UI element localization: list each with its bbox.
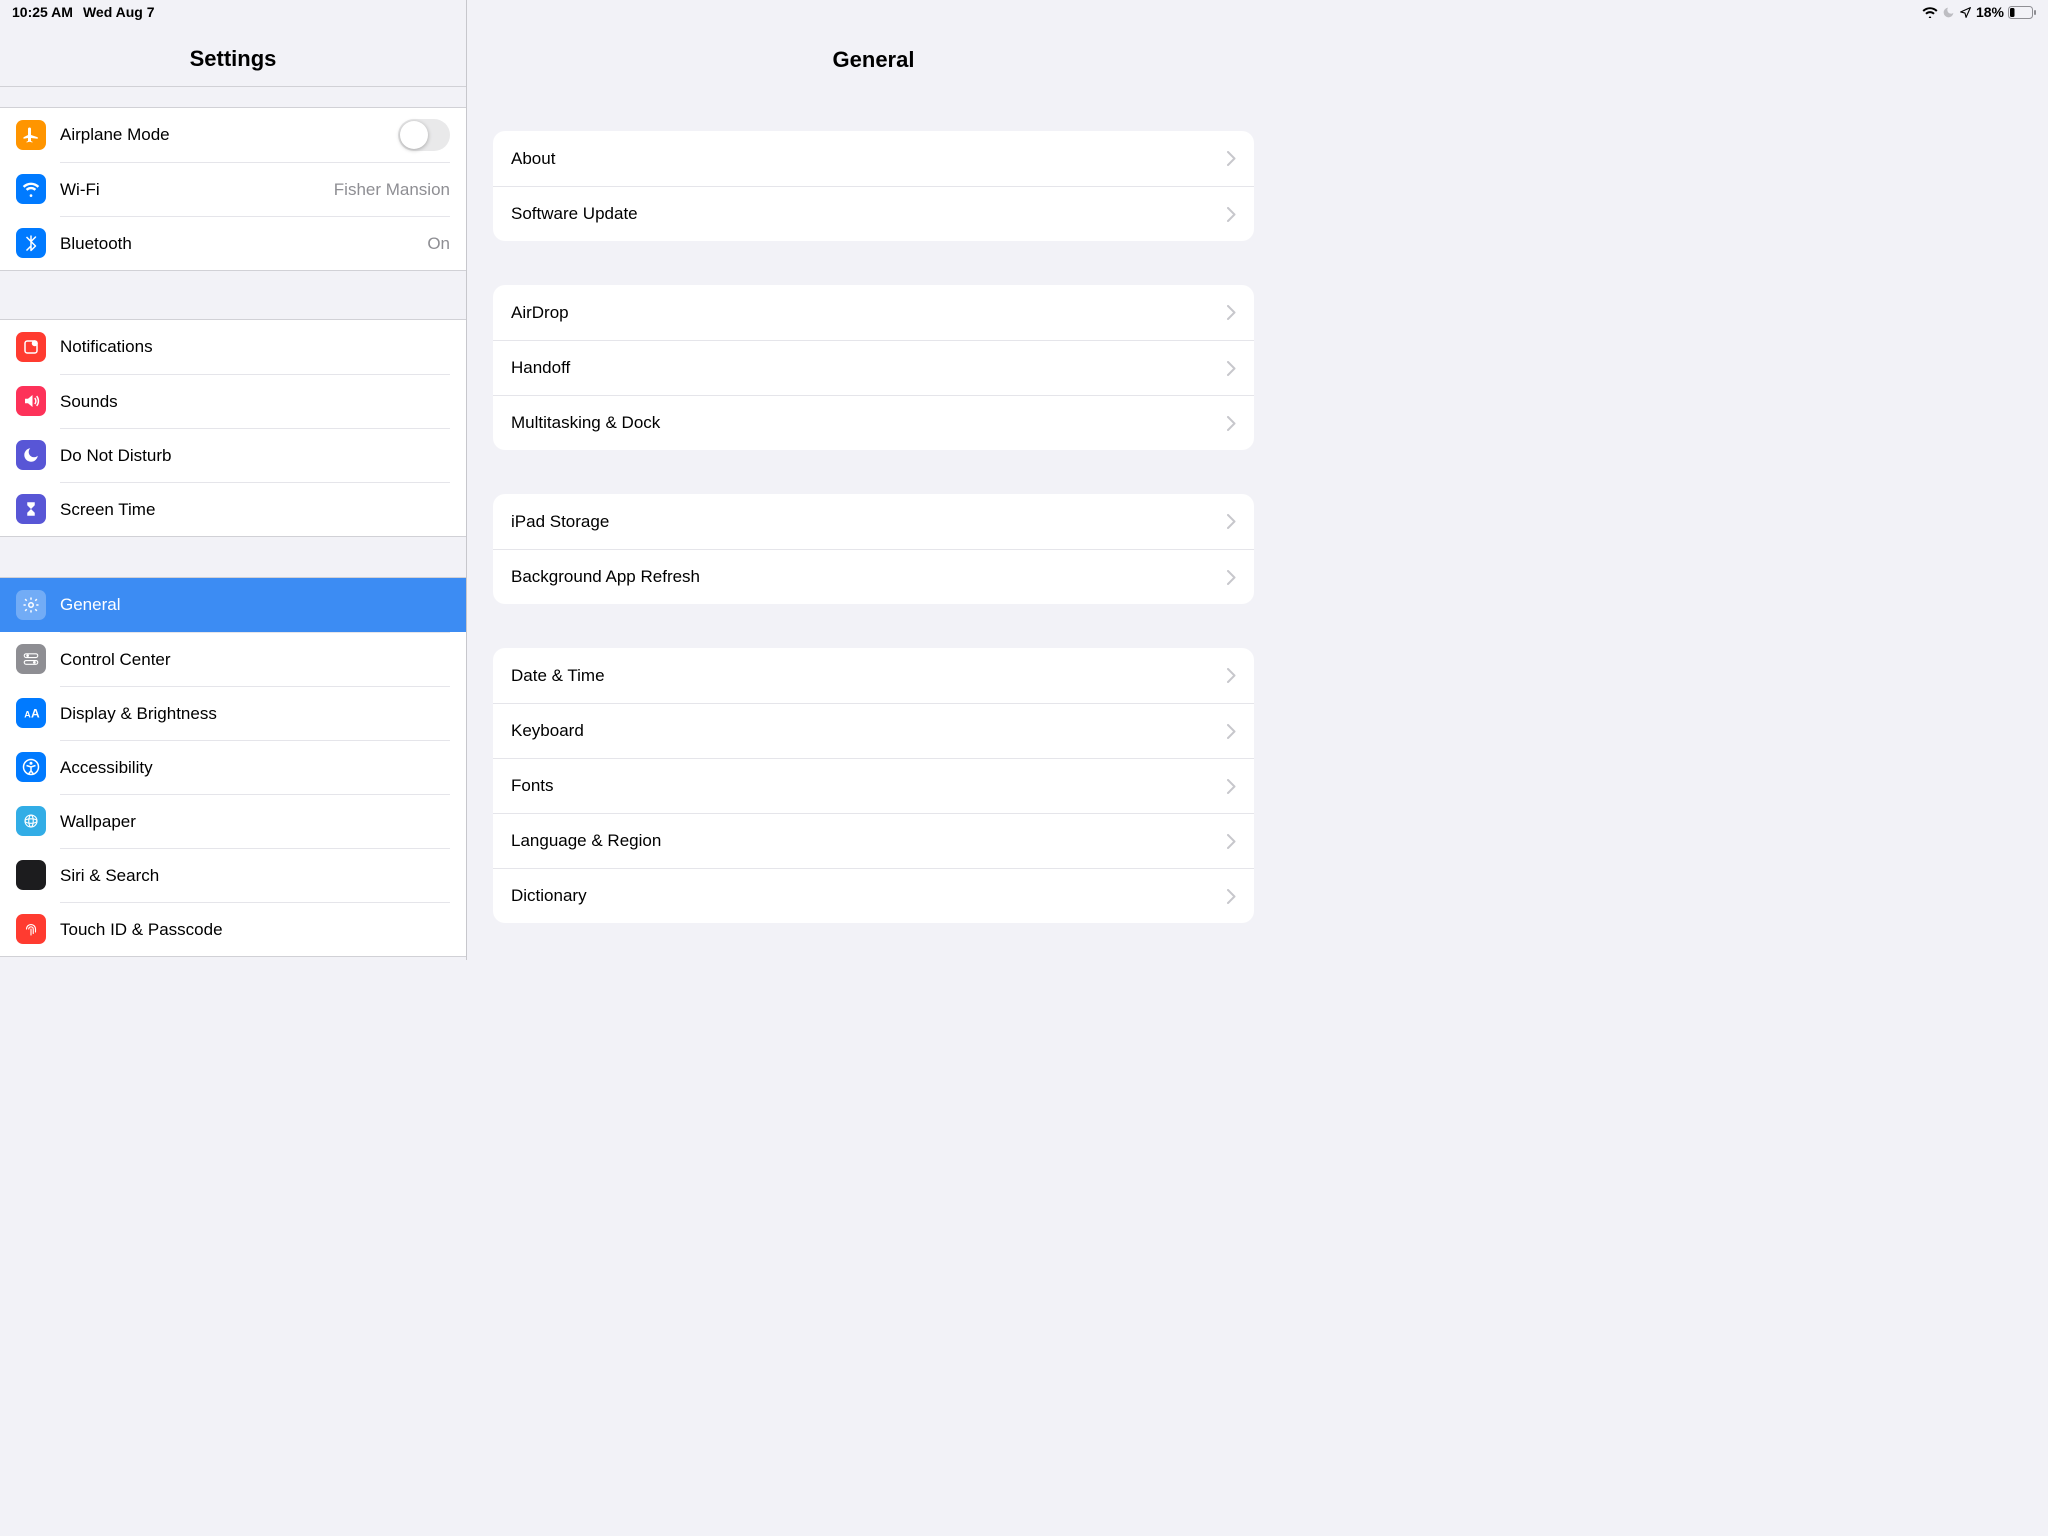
chevron-right-icon <box>1227 416 1236 431</box>
sidebar-item-airplane[interactable]: Airplane Mode <box>0 108 466 162</box>
sidebar-item-label: Siri & Search <box>60 866 450 886</box>
sidebar-item-label: Control Center <box>60 650 450 670</box>
detail-item-airdrop[interactable]: AirDrop <box>493 285 1254 340</box>
sidebar-item-siri[interactable]: Siri & Search <box>0 848 466 902</box>
textsize-icon <box>16 698 46 728</box>
sidebar-item-general[interactable]: General <box>0 578 466 632</box>
detail-item-label: Background App Refresh <box>511 567 1227 587</box>
fingerprint-icon <box>16 914 46 944</box>
detail-item-label: Language & Region <box>511 831 1227 851</box>
detail-item-label: Fonts <box>511 776 1227 796</box>
detail-item-label: AirDrop <box>511 303 1227 323</box>
detail-item-language[interactable]: Language & Region <box>493 813 1254 868</box>
detail-item-bgrefresh[interactable]: Background App Refresh <box>493 549 1254 604</box>
chevron-right-icon <box>1227 151 1236 166</box>
accessibility-icon <box>16 752 46 782</box>
dnd-status-icon <box>1942 6 1955 19</box>
detail-item-handoff[interactable]: Handoff <box>493 340 1254 395</box>
sidebar-item-label: Notifications <box>60 337 450 357</box>
detail-scroll[interactable]: About Software Update AirDrop Handoff Multit… <box>467 87 1280 960</box>
detail-item-label: Keyboard <box>511 721 1227 741</box>
wifi-status-icon <box>1922 6 1938 18</box>
sidebar-item-display[interactable]: Display & Brightness <box>0 686 466 740</box>
chevron-right-icon <box>1227 668 1236 683</box>
chevron-right-icon <box>1227 779 1236 794</box>
status-bar: 10:25 AM Wed Aug 7 18% <box>0 0 2048 24</box>
wifi-icon <box>16 174 46 204</box>
notifications-icon <box>16 332 46 362</box>
chevron-right-icon <box>1227 570 1236 585</box>
sidebar-item-label: Bluetooth <box>60 234 427 254</box>
chevron-right-icon <box>1227 889 1236 904</box>
wallpaper-icon <box>16 806 46 836</box>
detail-item-label: Date & Time <box>511 666 1227 686</box>
sidebar-item-screentime[interactable]: Screen Time <box>0 482 466 536</box>
sidebar-item-sounds[interactable]: Sounds <box>0 374 466 428</box>
sidebar-item-controlcenter[interactable]: Control Center <box>0 632 466 686</box>
sidebar-item-label: Airplane Mode <box>60 125 398 145</box>
detail-item-label: Software Update <box>511 204 1227 224</box>
detail-item-label: Multitasking & Dock <box>511 413 1227 433</box>
hourglass-icon <box>16 494 46 524</box>
detail-pane: General AboutSoftware UpdateAirDropHando… <box>467 0 1280 960</box>
sidebar-item-wallpaper[interactable]: Wallpaper <box>0 794 466 848</box>
location-status-icon <box>1959 6 1972 19</box>
sidebar-item-label: Touch ID & Passcode <box>60 920 450 940</box>
battery-icon <box>2008 6 2036 19</box>
settings-sidebar: Settings Airplane ModeWi-FiFisher Mansio… <box>0 0 467 960</box>
detail-item-storage[interactable]: iPad Storage <box>493 494 1254 549</box>
sidebar-item-label: Wallpaper <box>60 812 450 832</box>
sidebar-item-wifi[interactable]: Wi-FiFisher Mansion <box>0 162 466 216</box>
sidebar-item-accessibility[interactable]: Accessibility <box>0 740 466 794</box>
detail-item-about[interactable]: About <box>493 131 1254 186</box>
airplane-toggle[interactable] <box>398 119 450 151</box>
chevron-right-icon <box>1227 514 1236 529</box>
sidebar-item-label: Display & Brightness <box>60 704 450 724</box>
detail-item-dictionary[interactable]: Dictionary <box>493 868 1254 923</box>
sidebar-item-value: On <box>427 234 450 254</box>
sidebar-item-label: Accessibility <box>60 758 450 778</box>
status-date: Wed Aug 7 <box>83 4 155 20</box>
sidebar-item-label: Sounds <box>60 392 450 412</box>
sidebar-item-value: Fisher Mansion <box>334 180 450 200</box>
bluetooth-icon <box>16 228 46 258</box>
sidebar-item-dnd[interactable]: Do Not Disturb <box>0 428 466 482</box>
sidebar-item-notifications[interactable]: Notifications <box>0 320 466 374</box>
sidebar-item-label: General <box>60 595 450 615</box>
switches-icon <box>16 644 46 674</box>
detail-item-fonts[interactable]: Fonts <box>493 758 1254 813</box>
chevron-right-icon <box>1227 305 1236 320</box>
chevron-right-icon <box>1227 724 1236 739</box>
sidebar-scroll[interactable]: Airplane ModeWi-FiFisher MansionBluetoot… <box>0 87 466 960</box>
gear-icon <box>16 590 46 620</box>
detail-item-keyboard[interactable]: Keyboard <box>493 703 1254 758</box>
battery-percent: 18% <box>1976 4 2004 20</box>
sidebar-item-label: Wi-Fi <box>60 180 334 200</box>
sidebar-item-touchid[interactable]: Touch ID & Passcode <box>0 902 466 956</box>
sounds-icon <box>16 386 46 416</box>
airplane-icon <box>16 120 46 150</box>
sidebar-item-bluetooth[interactable]: BluetoothOn <box>0 216 466 270</box>
sidebar-item-label: Do Not Disturb <box>60 446 450 466</box>
detail-item-label: Dictionary <box>511 886 1227 906</box>
chevron-right-icon <box>1227 207 1236 222</box>
status-time: 10:25 AM <box>12 4 73 20</box>
detail-item-label: iPad Storage <box>511 512 1227 532</box>
detail-item-datetime[interactable]: Date & Time <box>493 648 1254 703</box>
detail-item-software[interactable]: Software Update <box>493 186 1254 241</box>
sidebar-item-label: Screen Time <box>60 500 450 520</box>
chevron-right-icon <box>1227 361 1236 376</box>
detail-item-multitasking[interactable]: Multitasking & Dock <box>493 395 1254 450</box>
moon-icon <box>16 440 46 470</box>
siri-icon <box>16 860 46 890</box>
detail-item-label: About <box>511 149 1227 169</box>
chevron-right-icon <box>1227 834 1236 849</box>
detail-item-label: Handoff <box>511 358 1227 378</box>
